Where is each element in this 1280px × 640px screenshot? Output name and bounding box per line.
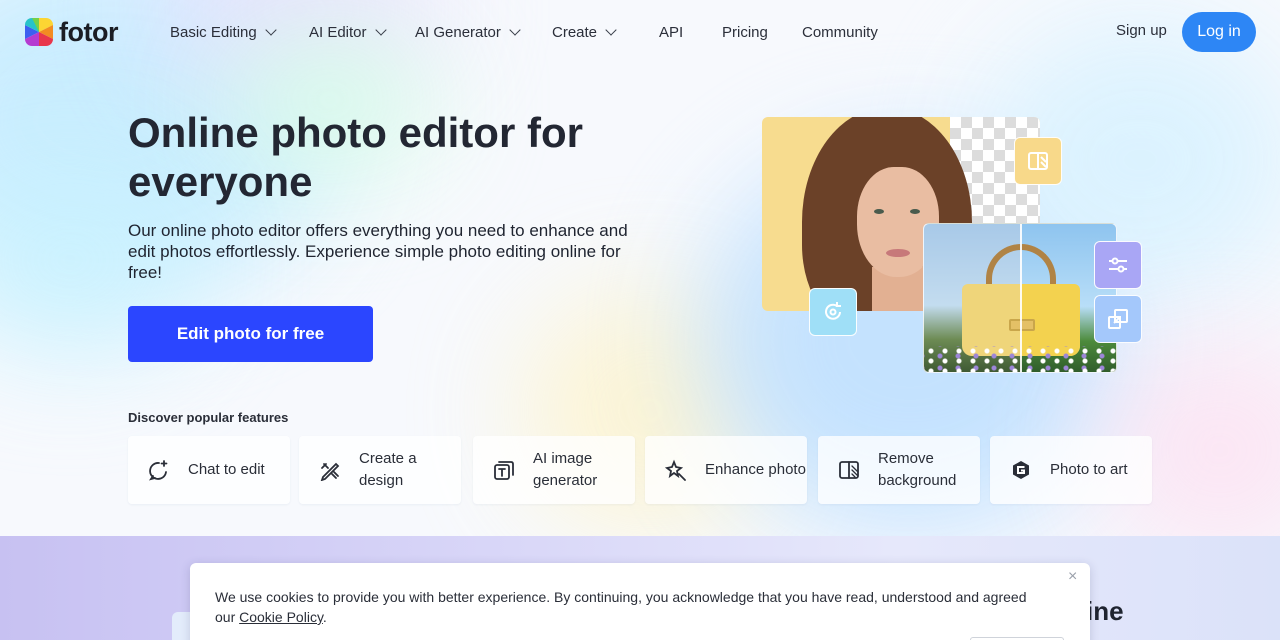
feature-chat-to-edit[interactable]: Chat to edit <box>128 436 290 504</box>
nav-label: AI Generator <box>415 23 501 41</box>
sparkle-wand-icon <box>664 459 687 481</box>
nav-label: Community <box>802 23 878 41</box>
sign-up-link[interactable]: Sign up <box>1116 22 1167 39</box>
feature-ai-image-generator[interactable]: AI image generator <box>473 436 635 504</box>
feature-remove-background[interactable]: Remove background <box>818 436 980 504</box>
chevron-down-icon <box>509 24 521 36</box>
log-in-button[interactable]: Log in <box>1182 12 1256 52</box>
feature-label: Create a design <box>359 450 417 489</box>
ai-refresh-icon <box>809 288 857 336</box>
cookie-text: We use cookies to provide you with bette… <box>215 587 1045 627</box>
feature-label: Remove background <box>878 450 957 489</box>
next-section-heading: ine <box>1086 596 1124 626</box>
nav-label: Create <box>552 23 598 41</box>
feature-label: Photo to art <box>1050 461 1128 478</box>
feature-enhance-photo[interactable]: Enhance photo <box>645 436 807 504</box>
nav-ai-editor[interactable]: AI Editor <box>309 22 387 42</box>
nav-basic-editing[interactable]: Basic Editing <box>170 22 277 42</box>
nav-api[interactable]: API <box>659 22 683 42</box>
nav-label: Basic Editing <box>170 23 257 41</box>
feature-label: Enhance photo <box>705 461 806 478</box>
hero-title: Online photo editor for everyone <box>128 109 583 205</box>
feature-photo-to-art[interactable]: Photo to art <box>990 436 1152 504</box>
pencil-ruler-icon <box>319 459 341 482</box>
adjust-sliders-icon <box>1094 241 1142 289</box>
feature-label: Chat to edit <box>188 461 265 478</box>
nav-pricing[interactable]: Pricing <box>722 22 768 42</box>
nav-label: AI Editor <box>309 23 367 41</box>
cookie-suffix: . <box>322 609 327 625</box>
nav-create[interactable]: Create <box>552 22 617 42</box>
feature-label: AI image generator <box>533 450 598 489</box>
chevron-down-icon <box>374 24 387 36</box>
cutout-icon <box>838 459 860 481</box>
chevron-down-icon <box>265 24 277 36</box>
hero-illustration <box>755 100 1155 380</box>
fotor-logo-icon <box>25 18 53 46</box>
nav-label: Pricing <box>722 23 768 41</box>
feature-create-design[interactable]: Create a design <box>299 436 461 504</box>
close-icon[interactable]: × <box>1068 569 1077 585</box>
cutout-tool-icon <box>1014 137 1062 185</box>
discover-features-label: Discover popular features <box>128 410 289 425</box>
top-navigation: fotor Basic Editing AI Editor AI Generat… <box>0 0 1280 64</box>
cookie-message: We use cookies to provide you with bette… <box>215 589 1027 625</box>
hero-subtitle: Our online photo editor offers everythin… <box>128 221 628 282</box>
nav-community[interactable]: Community <box>802 22 878 42</box>
image-text-icon <box>493 459 515 481</box>
nav-label: API <box>659 23 684 41</box>
brand-logo[interactable]: fotor <box>25 18 118 46</box>
cookie-banner: We use cookies to provide you with bette… <box>190 563 1090 640</box>
chat-sparkle-icon <box>148 459 170 481</box>
art-g-icon <box>1010 459 1032 481</box>
resize-icon <box>1094 295 1142 343</box>
edit-photo-cta-button[interactable]: Edit photo for free <box>128 306 373 362</box>
cookie-policy-link[interactable]: Cookie Policy <box>239 609 323 625</box>
logo-text: fotor <box>59 17 118 47</box>
chevron-down-icon <box>605 24 617 36</box>
nav-ai-generator[interactable]: AI Generator <box>415 22 521 42</box>
handbag-photo <box>923 223 1117 373</box>
